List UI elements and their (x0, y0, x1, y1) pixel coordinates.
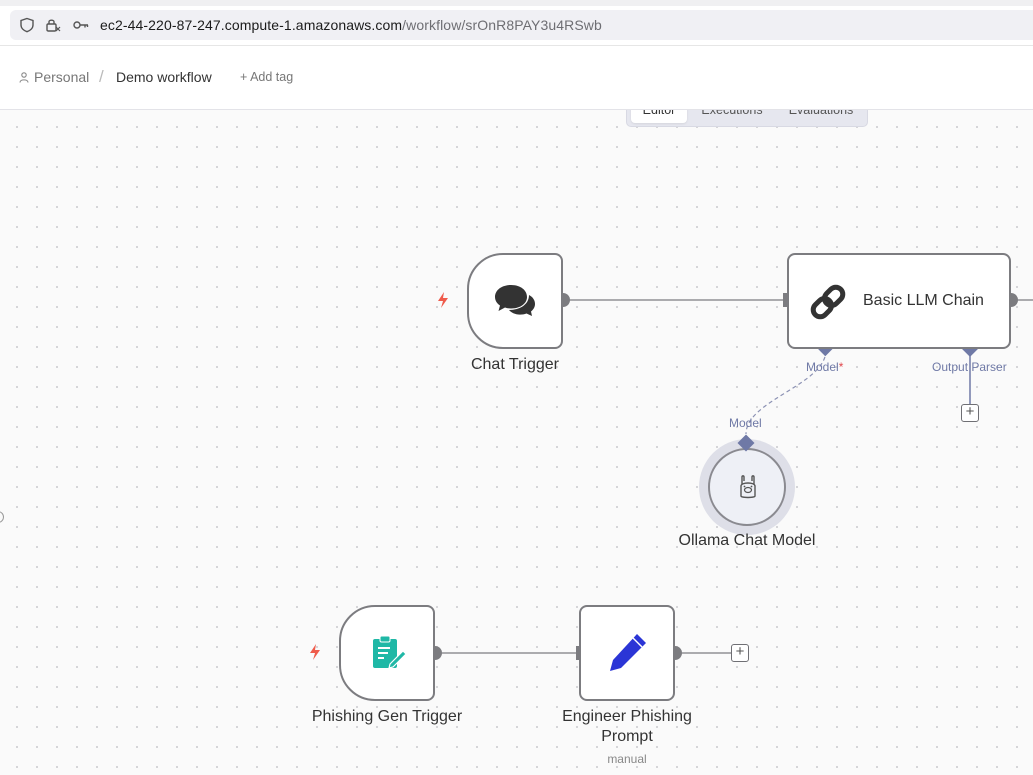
model-port-text: Model (806, 360, 839, 374)
node-ollama-chat-model[interactable] (708, 448, 786, 526)
chat-bubbles-icon (495, 285, 535, 316)
node-chat-trigger-label: Chat Trigger (470, 356, 560, 373)
tab-strip-edge (0, 0, 1033, 6)
url-host: ec2-44-220-87-247.compute-1.amazonaws.co… (100, 17, 403, 33)
node-phishing-gen-trigger-label: Phishing Gen Trigger (311, 708, 463, 725)
llama-icon (740, 475, 756, 499)
address-bar[interactable]: ec2-44-220-87-247.compute-1.amazonaws.co… (10, 10, 1033, 40)
browser-toolbar: ec2-44-220-87-247.compute-1.amazonaws.co… (0, 0, 1033, 46)
model-port-label: Model* (806, 360, 843, 374)
output-parser-port-label: Output Parser (932, 360, 1007, 374)
ollama-model-port-label: Model (729, 416, 762, 430)
shield-icon[interactable] (18, 17, 36, 33)
node-engineer-phishing-prompt-subtitle: manual (607, 752, 647, 766)
node-phishing-gen-trigger[interactable] (339, 605, 435, 701)
trigger-bolt-icon (438, 292, 448, 308)
breadcrumb-project[interactable]: Personal (19, 69, 89, 85)
lock-icon[interactable] (44, 17, 62, 33)
user-icon (19, 71, 29, 83)
key-icon[interactable] (72, 17, 90, 33)
node-basic-llm-chain-label: Basic LLM Chain (863, 292, 984, 309)
add-tag-button[interactable]: + Add tag (240, 70, 293, 84)
workflow-name[interactable]: Demo workflow (116, 69, 212, 85)
node-chat-trigger[interactable] (467, 253, 563, 349)
url-path: /workflow/srOnR8PAY3u4RSwb (402, 17, 602, 33)
workflow-canvas[interactable]: Editor Executions Evaluations Chat Trigg… (0, 110, 1033, 775)
ollama-model-port-diamond[interactable] (737, 434, 755, 452)
breadcrumb-separator: / (99, 67, 104, 86)
workflow-header: Personal / Demo workflow + Add tag (0, 46, 1033, 110)
url-text[interactable]: ec2-44-220-87-247.compute-1.amazonaws.co… (100, 17, 602, 33)
required-marker: * (838, 360, 844, 374)
chain-link-icon (810, 284, 846, 320)
node-basic-llm-chain[interactable]: Basic LLM Chain (787, 253, 1011, 349)
pencil-icon (610, 634, 646, 671)
node-engineer-phishing-prompt-label: Engineer Phishing Prompt (562, 708, 692, 745)
node-ollama-label: Ollama Chat Model (678, 532, 816, 549)
trigger-bolt-icon (310, 644, 320, 660)
add-output-parser-button[interactable]: + (961, 404, 979, 422)
breadcrumb-project-label: Personal (34, 69, 90, 85)
node-engineer-phishing-prompt[interactable] (579, 605, 675, 701)
add-next-node-button[interactable]: + (731, 644, 749, 662)
connections-layer (428, 293, 1033, 660)
form-icon (373, 635, 407, 669)
